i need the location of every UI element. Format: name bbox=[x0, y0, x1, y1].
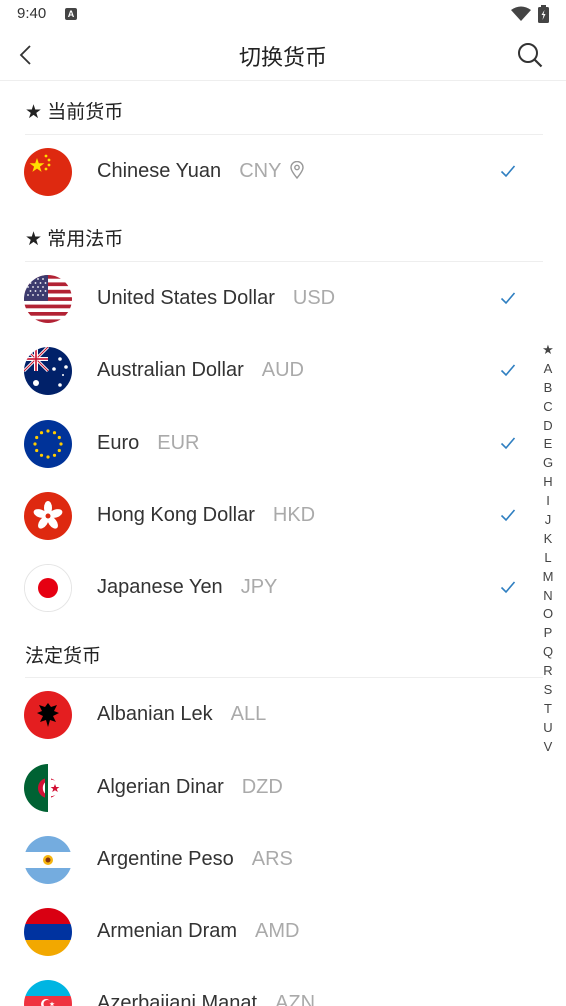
argentina-flag-icon bbox=[24, 836, 72, 884]
currency-code: AZN bbox=[275, 992, 316, 1006]
currency-name-label: Azerbaijani Manat AZN bbox=[97, 992, 315, 1006]
currency-name: United States Dollar bbox=[97, 287, 275, 309]
currency-name-label: Armenian Dram AMD bbox=[97, 920, 300, 943]
currency-row-all[interactable]: Albanian Lek ALL bbox=[0, 679, 540, 751]
albania-flag-icon bbox=[24, 691, 72, 739]
alpha-index-a[interactable]: A bbox=[538, 359, 558, 378]
alpha-index-s[interactable]: S bbox=[538, 680, 558, 699]
alpha-index-k[interactable]: K bbox=[538, 529, 558, 548]
currency-code: JPY bbox=[240, 576, 278, 598]
currency-row-jpy[interactable]: Japanese Yen JPY bbox=[0, 552, 540, 624]
japan-flag-icon bbox=[24, 564, 72, 612]
currency-name: Armenian Dram bbox=[97, 920, 238, 942]
currency-name: Chinese Yuan bbox=[97, 160, 222, 182]
currency-code: EUR bbox=[157, 432, 200, 454]
alpha-index-g[interactable]: G bbox=[538, 453, 558, 472]
currency-code: AUD bbox=[261, 359, 304, 381]
currency-code: ARS bbox=[251, 848, 293, 870]
alpha-index-n[interactable]: N bbox=[538, 586, 558, 605]
currency-name-label: Albanian Lek ALL bbox=[97, 703, 266, 726]
armenia-flag-icon bbox=[24, 908, 72, 956]
check-icon bbox=[500, 165, 516, 178]
usa-flag-icon bbox=[24, 275, 72, 323]
status-time: 9:40 bbox=[17, 5, 47, 22]
currency-name: Australian Dollar bbox=[97, 359, 244, 381]
section-fiat-header: 法定货币 bbox=[25, 646, 102, 667]
currency-code: USD bbox=[292, 287, 336, 309]
alpha-index-m[interactable]: M bbox=[538, 567, 558, 586]
alpha-index-l[interactable]: L bbox=[538, 548, 558, 567]
currency-name-label: Euro EUR bbox=[97, 432, 199, 455]
alpha-index-d[interactable]: D bbox=[538, 416, 558, 435]
azerbaijan-flag-icon bbox=[24, 980, 72, 1006]
currency-code: AMD bbox=[255, 920, 300, 942]
currency-name-label: Japanese Yen JPY bbox=[97, 576, 277, 599]
section-common-header: ★ 常用法币 bbox=[25, 229, 124, 250]
currency-row-ars[interactable]: Argentine Peso ARS bbox=[0, 824, 540, 896]
divider bbox=[25, 261, 543, 262]
currency-row-usd[interactable]: United States Dollar USD bbox=[0, 263, 540, 335]
section-current-header: ★ 当前货币 bbox=[25, 102, 124, 123]
check-icon bbox=[500, 437, 516, 450]
wifi-icon bbox=[511, 6, 531, 21]
alphabet-index: ★ A B C D E G H I J K L M N O P Q R S T … bbox=[538, 340, 558, 756]
currency-name: Algerian Dinar bbox=[97, 776, 224, 798]
currency-code: CNY bbox=[239, 160, 282, 182]
hong-kong-flag-icon bbox=[24, 492, 72, 540]
currency-row-eur[interactable]: Euro EUR bbox=[0, 408, 540, 480]
currency-name-label: Argentine Peso ARS bbox=[97, 848, 293, 871]
currency-name-label: United States Dollar USD bbox=[97, 287, 335, 310]
location-pin-icon bbox=[290, 161, 305, 179]
alpha-index-p[interactable]: P bbox=[538, 623, 558, 642]
alpha-index-h[interactable]: H bbox=[538, 472, 558, 491]
divider bbox=[25, 677, 543, 678]
china-flag-icon bbox=[24, 148, 72, 196]
currency-code: DZD bbox=[241, 776, 283, 798]
currency-code: HKD bbox=[272, 504, 316, 526]
currency-name: Euro bbox=[97, 432, 140, 454]
currency-name-label: Chinese Yuan CNY bbox=[97, 160, 305, 183]
currency-row-dzd[interactable]: Algerian Dinar DZD bbox=[0, 752, 540, 824]
alpha-index-j[interactable]: J bbox=[538, 510, 558, 529]
battery-icon bbox=[538, 5, 549, 23]
alpha-index-star[interactable]: ★ bbox=[538, 340, 558, 359]
alpha-index-b[interactable]: B bbox=[538, 378, 558, 397]
currency-code: ALL bbox=[230, 703, 267, 725]
currency-name: Japanese Yen bbox=[97, 576, 223, 598]
check-icon bbox=[500, 364, 516, 377]
divider bbox=[25, 134, 543, 135]
alpha-index-r[interactable]: R bbox=[538, 661, 558, 680]
currency-row-cny[interactable]: Chinese Yuan CNY bbox=[0, 136, 540, 208]
currency-name-label: Australian Dollar AUD bbox=[97, 359, 304, 382]
search-icon[interactable] bbox=[516, 41, 544, 69]
alpha-index-c[interactable]: C bbox=[538, 397, 558, 416]
alpha-index-v[interactable]: V bbox=[538, 737, 558, 756]
currency-name: Argentine Peso bbox=[97, 848, 234, 870]
currency-name-label: Algerian Dinar DZD bbox=[97, 776, 283, 799]
status-bar: 9:40 A bbox=[0, 0, 566, 30]
check-icon bbox=[500, 509, 516, 522]
australia-flag-icon bbox=[24, 347, 72, 395]
alpha-index-i[interactable]: I bbox=[538, 491, 558, 510]
eu-flag-icon bbox=[24, 420, 72, 468]
alpha-index-o[interactable]: O bbox=[538, 604, 558, 623]
currency-row-azn[interactable]: Azerbaijani Manat AZN bbox=[0, 968, 540, 1006]
alpha-index-t[interactable]: T bbox=[538, 699, 558, 718]
alpha-index-q[interactable]: Q bbox=[538, 642, 558, 661]
currency-name: Azerbaijani Manat bbox=[97, 992, 258, 1006]
currency-name: Albanian Lek bbox=[97, 703, 213, 725]
check-icon bbox=[500, 292, 516, 305]
currency-row-aud[interactable]: Australian Dollar AUD bbox=[0, 335, 540, 407]
app-bar: 切换货币 bbox=[0, 30, 566, 81]
notification-a-icon: A bbox=[65, 8, 77, 20]
alpha-index-e[interactable]: E bbox=[538, 434, 558, 453]
page-title: 切换货币 bbox=[238, 45, 327, 70]
algeria-flag-icon bbox=[24, 764, 72, 812]
check-icon bbox=[500, 581, 516, 594]
currency-name-label: Hong Kong Dollar HKD bbox=[97, 504, 315, 527]
currency-row-hkd[interactable]: Hong Kong Dollar HKD bbox=[0, 480, 540, 552]
alpha-index-u[interactable]: U bbox=[538, 718, 558, 737]
currency-row-amd[interactable]: Armenian Dram AMD bbox=[0, 896, 540, 968]
currency-name: Hong Kong Dollar bbox=[97, 504, 255, 526]
